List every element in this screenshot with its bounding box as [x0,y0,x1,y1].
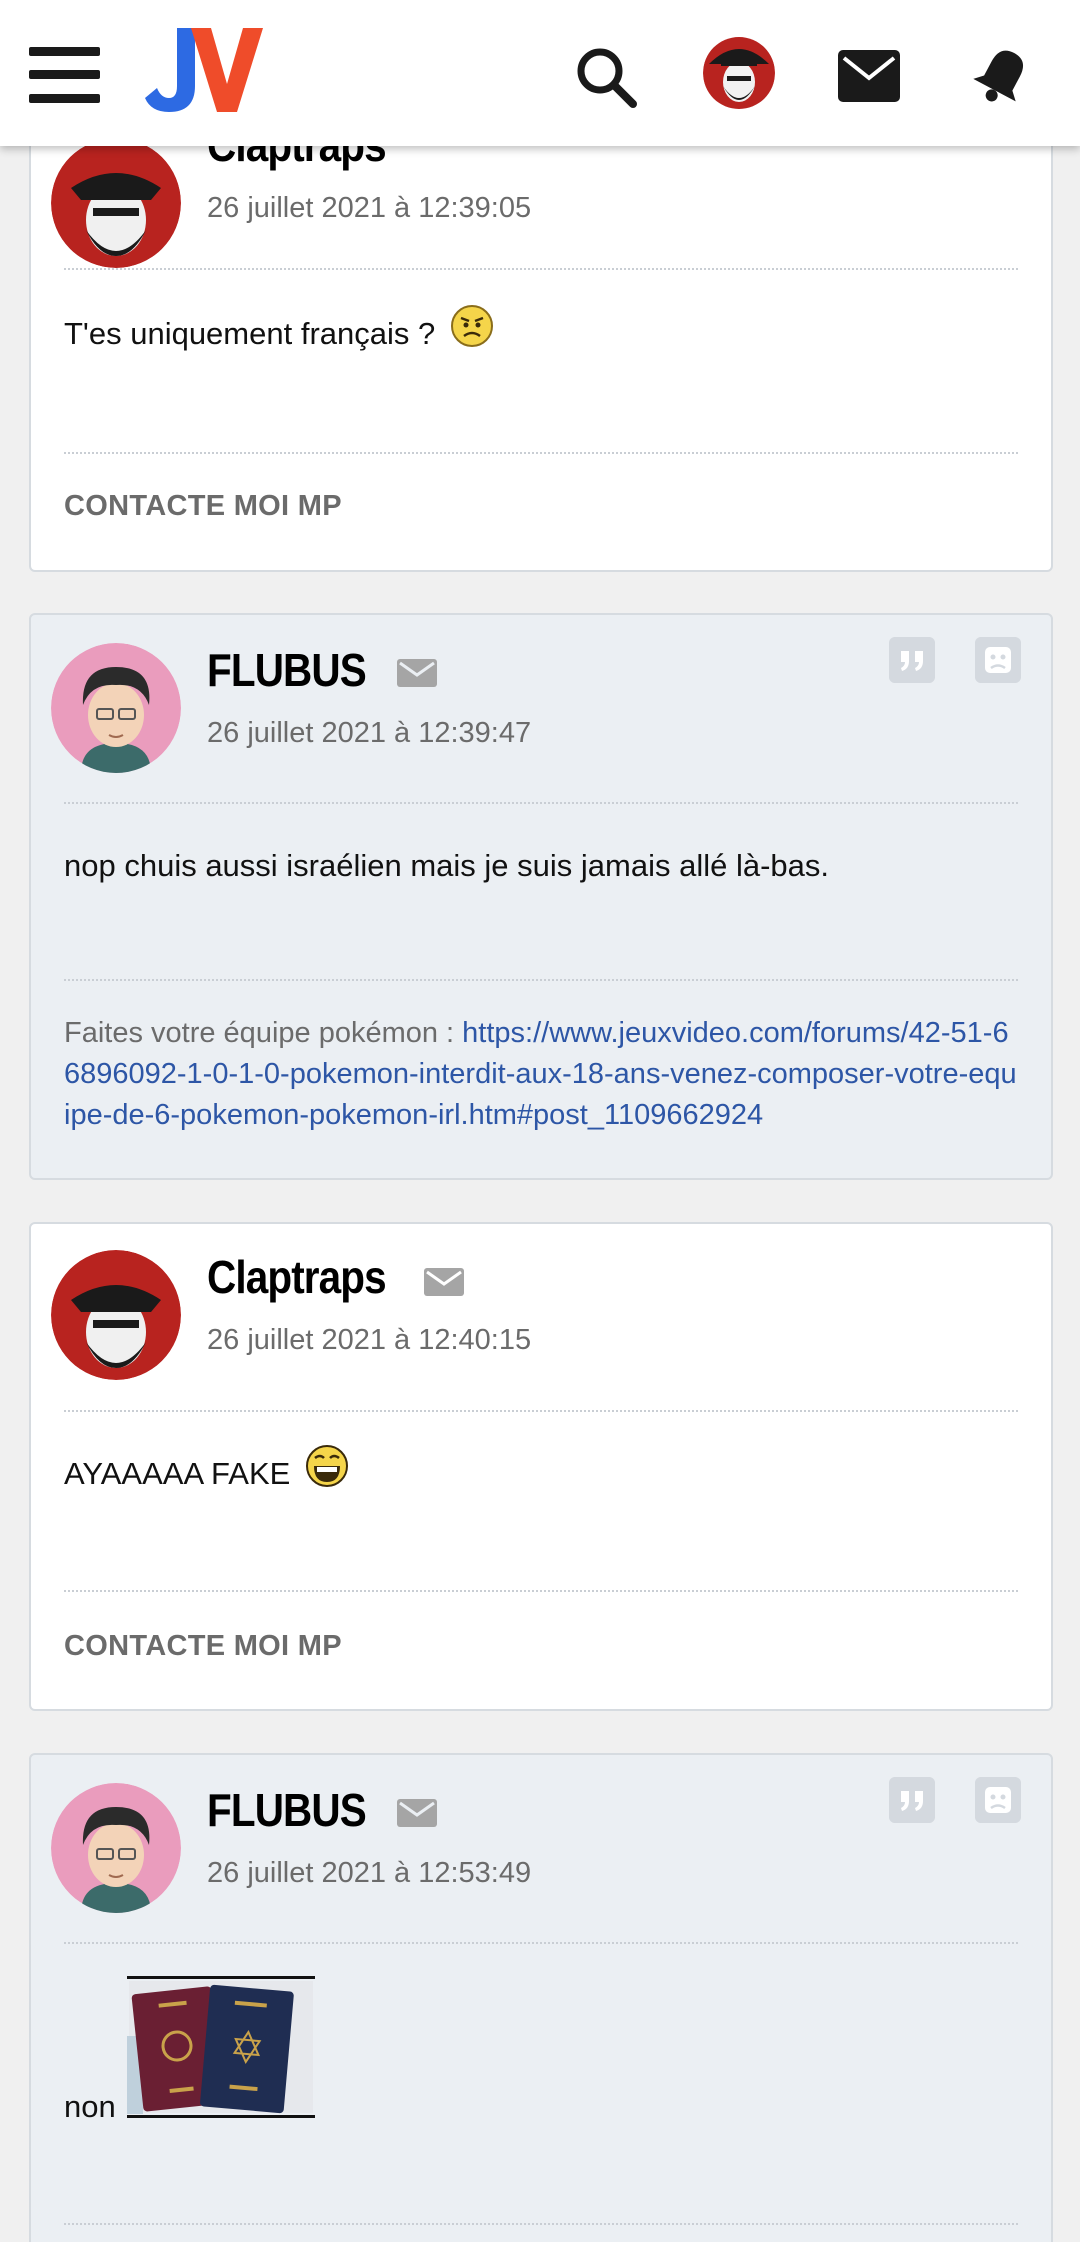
author-name[interactable]: Claptraps [207,1250,387,1304]
send-mp-icon[interactable] [397,659,437,687]
menu-icon[interactable] [29,47,100,103]
laughing-smiley-icon [305,1444,348,1487]
post-message: nop chuis aussi israélien mais je suis j… [64,848,830,883]
separator [64,452,1018,454]
author-avatar[interactable] [51,138,181,268]
forum-post: FLUBUS 26 juillet 2021 à 12:39:47 nop ch… [29,613,1053,1180]
top-bar [0,0,1080,146]
doubt-smiley-icon [450,304,493,347]
post-date[interactable]: 26 juillet 2021 à 12:39:05 [207,192,531,225]
send-mp-icon[interactable] [424,1268,464,1296]
author-avatar[interactable] [51,643,181,773]
forum-post: Claptraps 26 juillet 2021 à 12:40:15 AYA… [29,1222,1053,1711]
quote-icon[interactable] [889,1777,935,1823]
author-name[interactable]: FLUBUS [207,643,367,697]
post-message-text: non [64,2089,116,2124]
separator [64,1942,1018,1944]
separator [64,802,1018,804]
passports-photo[interactable] [127,1976,315,2118]
forum-post: FLUBUS 26 juillet 2021 à 12:53:49 non [29,1753,1053,2242]
message-text: T'es uniquement français ? [64,316,436,351]
signature: Faites votre équipe pokémon : https://ww… [64,1013,1019,1136]
report-icon[interactable] [975,1777,1021,1823]
author-name[interactable]: FLUBUS [207,1783,367,1837]
post-message: AYAAAAA FAKE [64,1444,349,1492]
search-icon[interactable] [573,44,639,110]
separator [64,268,1018,270]
author-avatar[interactable] [51,1783,181,1913]
post-date[interactable]: 26 juillet 2021 à 12:39:47 [207,717,531,750]
separator [64,979,1018,981]
quote-icon[interactable] [889,637,935,683]
signature-text: Faites votre équipe pokémon : [64,1017,463,1049]
bell-icon[interactable] [970,44,1034,108]
mail-icon[interactable] [838,50,900,102]
post-message: T'es uniquement français ? [64,304,494,352]
separator [64,2223,1018,2225]
user-avatar[interactable] [703,34,775,112]
send-mp-icon[interactable] [397,1799,437,1827]
jv-logo[interactable] [143,28,263,114]
message-text: AYAAAAA FAKE [64,1456,291,1491]
signature: CONTACTE MOI MP [64,490,342,522]
forum-post: Claptraps 26 juillet 2021 à 12:39:05 T'e… [29,96,1053,572]
post-date[interactable]: 26 juillet 2021 à 12:53:49 [207,1857,531,1890]
author-avatar[interactable] [51,1250,181,1380]
separator [64,1410,1018,1412]
separator [64,1590,1018,1592]
report-icon[interactable] [975,637,1021,683]
post-date[interactable]: 26 juillet 2021 à 12:40:15 [207,1324,531,1357]
signature: CONTACTE MOI MP [64,1630,342,1662]
